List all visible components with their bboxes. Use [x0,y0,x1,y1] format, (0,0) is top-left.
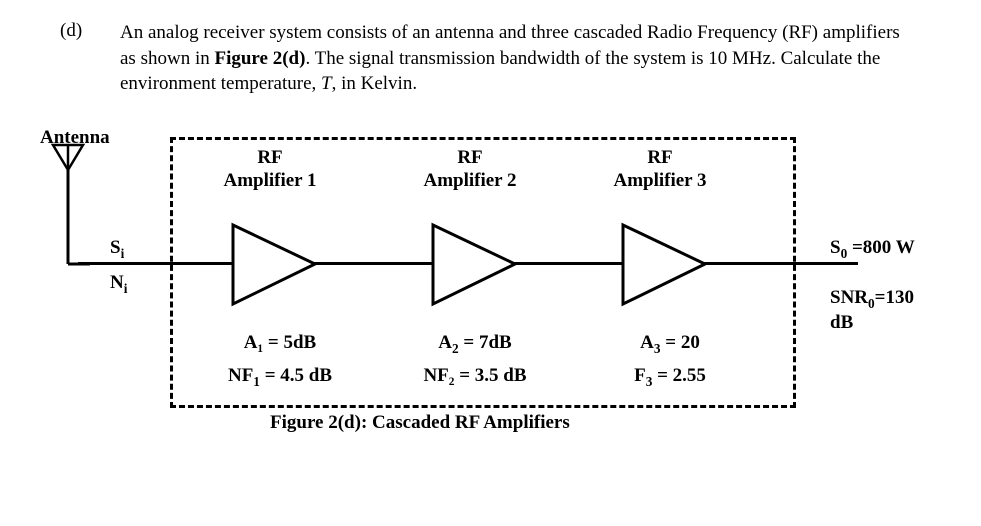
a2-sub: 2 [452,341,459,356]
param-nf1: NF1 = 4.5 dB [190,365,370,390]
a2-pre: A [438,332,452,353]
figure-caption: Figure 2(d): Cascaded RF Amplifiers [270,412,570,434]
output-snr-label: SNR0=130 dB [830,287,940,334]
Si-base: S [110,237,121,258]
so-pre: S [830,237,841,258]
param-a3: A3 = 20 [580,332,760,357]
question-text: An analog receiver system consists of an… [120,20,941,97]
q-figure-ref: Figure 2(d) [214,48,305,69]
param-a2: A2 = 7dB [385,332,565,357]
amp2-line2: Amplifier 2 [390,170,550,193]
amp1-title-group: RF Amplifier 1 [190,147,350,193]
snr-sub: 0 [868,296,875,311]
Ni-sub: i [124,281,128,296]
Si-sub: i [121,246,125,261]
amp2-line1: RF [390,147,550,170]
a3-pre: A [640,332,654,353]
figure-2d: Antenna Si Ni RF Amplifier 1 RF Amplifie… [40,127,940,447]
a3-post: = 20 [661,332,700,353]
amp3-line1: RF [580,147,740,170]
input-signal-label: Si [110,237,124,262]
q-text-end: , in Kelvin. [332,73,418,94]
f3-post: = 2.55 [652,365,706,386]
amp2-triangle-icon [430,222,520,307]
f3-pre: F [634,365,646,386]
question-label: (d) [40,20,120,42]
param-f3: F3 = 2.55 [580,365,760,390]
amp3-triangle-icon [620,222,710,307]
input-noise-label: Ni [110,272,127,297]
amp1-triangle-icon [230,222,320,307]
amp3-title-group: RF Amplifier 3 [580,147,740,193]
param-nf2: NF₂ = 3.5 dB [385,365,565,387]
param-a1: A₁ = 5dB [190,332,370,354]
a3-sub: 3 [654,341,661,356]
nf1-pre: NF [228,365,253,386]
so-post: =800 W [847,237,914,258]
Ni-base: N [110,272,124,293]
q-T: T [321,73,332,94]
amp3-line2: Amplifier 3 [580,170,740,193]
antenna-icon [50,142,90,267]
snr-pre: SNR [830,287,868,308]
amp1-line2: Amplifier 1 [190,170,350,193]
question-block: (d) An analog receiver system consists o… [40,20,941,97]
amp1-line1: RF [190,147,350,170]
amp2-title-group: RF Amplifier 2 [390,147,550,193]
nf1-sub: 1 [253,374,260,389]
nf1-post: = 4.5 dB [260,365,332,386]
a2-post: = 7dB [459,332,512,353]
output-signal-label: S0 =800 W [830,237,915,262]
